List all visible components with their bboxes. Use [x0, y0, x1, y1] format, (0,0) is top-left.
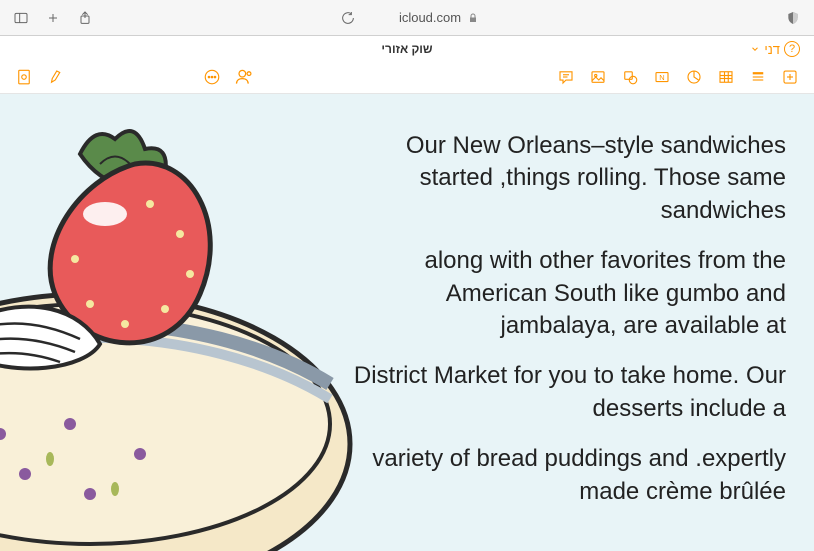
insert-chart-button[interactable]: [680, 65, 708, 89]
paragraph: Our New Orleans–style sandwiches started…: [346, 130, 786, 227]
paragraph-styles-button[interactable]: [744, 65, 772, 89]
share-button[interactable]: [72, 5, 98, 31]
insert-menu-button[interactable]: [776, 65, 804, 89]
browser-chrome: icloud.com: [0, 0, 814, 36]
paragraph: District Market for you to take home. Ou…: [346, 360, 786, 425]
user-menu[interactable]: דני ?: [750, 41, 800, 57]
app-header: שוק אזורי דני ?: [0, 36, 814, 60]
more-options-button[interactable]: [198, 65, 226, 89]
insert-shape-button[interactable]: [616, 65, 644, 89]
document-title: שוק אזורי: [381, 42, 432, 56]
privacy-report-button[interactable]: [780, 5, 806, 31]
chevron-down-icon: [750, 44, 760, 54]
document-canvas[interactable]: Our New Orleans–style sandwiches started…: [0, 94, 814, 551]
address-text: icloud.com: [399, 10, 461, 25]
sidebar-toggle-button[interactable]: [8, 5, 34, 31]
format-brush-button[interactable]: [42, 65, 70, 89]
paragraph: along with other favorites from the Amer…: [346, 245, 786, 342]
lock-icon: [467, 12, 479, 24]
comment-button[interactable]: [552, 65, 580, 89]
insert-textbox-button[interactable]: N: [648, 65, 676, 89]
new-tab-button[interactable]: [40, 5, 66, 31]
reload-button[interactable]: [335, 5, 361, 31]
insert-table-button[interactable]: [712, 65, 740, 89]
paragraph: variety of bread puddings and .expertly …: [346, 443, 786, 508]
document-settings-button[interactable]: [10, 65, 38, 89]
help-icon[interactable]: ?: [784, 41, 800, 57]
toolbar: N: [0, 60, 814, 94]
insert-image-button[interactable]: [584, 65, 612, 89]
collaborate-button[interactable]: [230, 65, 258, 89]
dessert-illustration: [0, 94, 380, 551]
user-name-label: דני: [764, 42, 780, 57]
address-bar[interactable]: icloud.com: [399, 10, 479, 25]
text-content[interactable]: Our New Orleans–style sandwiches started…: [346, 130, 786, 526]
svg-text:N: N: [659, 73, 664, 82]
